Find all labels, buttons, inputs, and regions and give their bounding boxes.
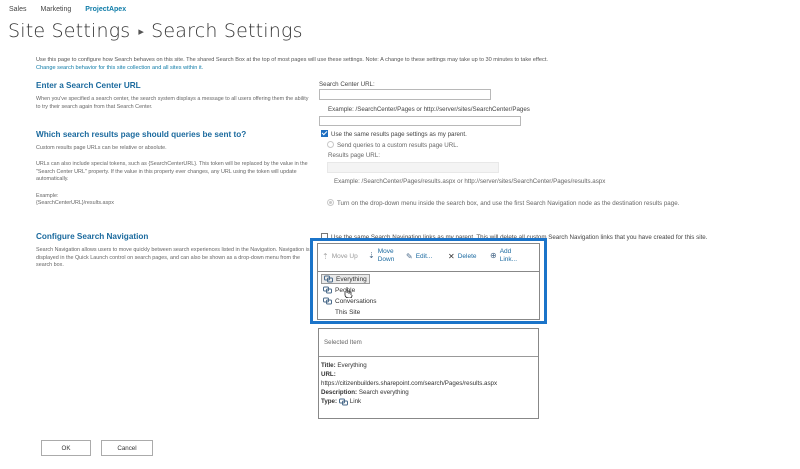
use-parent-results-label: Use the same results page settings as my… (331, 131, 467, 138)
search-center-heading: Enter a Search Center URL (36, 81, 141, 90)
selected-item-type-label: Type: (321, 398, 338, 405)
edit-link-icon: ✎ (406, 252, 413, 261)
page-title: Search Settings (151, 20, 303, 42)
edit-button[interactable]: ✎ Edit... (406, 253, 432, 261)
edit-label: Edit... (415, 253, 433, 260)
use-parent-results-checkbox[interactable] (321, 130, 328, 137)
ok-button[interactable]: OK (41, 440, 91, 456)
delete-label: Delete (457, 253, 477, 260)
delete-button[interactable]: ✕ Delete (448, 253, 477, 261)
link-icon (323, 297, 332, 305)
results-page-heading: Which search results page should queries… (36, 130, 247, 139)
search-nav-description: Search Navigation allows users to move q… (36, 247, 310, 269)
intro: Use this page to configure how Search be… (36, 56, 676, 72)
selected-item-panel: Selected Item Title: Everything URL: htt… (318, 328, 539, 419)
dropdown-nav-label: Turn on the drop-down menu inside the se… (337, 200, 680, 207)
nav-links-list: Everything People Conversations This Sit… (317, 271, 540, 320)
selected-item-header: Selected Item (319, 329, 538, 357)
arrow-down-icon: ⇣ (368, 251, 375, 260)
move-up-label: Move Up (331, 253, 358, 260)
search-center-example: Example: /SearchCenter/Pages or http://s… (328, 106, 530, 113)
send-custom-results-option[interactable]: Send queries to a custom results page UR… (327, 141, 458, 149)
delete-x-icon: ✕ (448, 252, 455, 261)
send-custom-results-label: Send queries to a custom results page UR… (337, 142, 459, 149)
search-nav-heading: Configure Search Navigation (36, 232, 149, 241)
search-center-url-label: Search Center URL: (319, 81, 375, 88)
top-nav-item-sales[interactable]: Sales (9, 6, 27, 13)
breadcrumb-separator-icon: ▸ (138, 24, 145, 38)
results-page-url-example: Example: /SearchCenter/Pages/results.asp… (334, 178, 606, 185)
send-custom-results-radio[interactable] (327, 141, 334, 148)
nav-link-item-everything[interactable]: Everything (321, 274, 370, 284)
top-nav: Sales Marketing ProjectApex (9, 6, 140, 13)
dropdown-nav-radio[interactable] (327, 199, 334, 206)
search-center-url-secondary-field[interactable] (319, 116, 521, 126)
selected-item-url-value: https://citizenbuilders.sharepoint.com/s… (321, 380, 498, 387)
hand-cursor-icon (344, 287, 353, 298)
move-down-label: Move Down (377, 248, 395, 263)
dropdown-nav-option[interactable]: Turn on the drop-down menu inside the se… (327, 199, 679, 207)
selected-item-title-row: Title: Everything (321, 361, 538, 370)
top-nav-item-projectapex[interactable]: ProjectApex (85, 6, 126, 13)
selected-item-description-row: Description: Search everything (321, 388, 538, 397)
nav-link-label: Everything (336, 275, 367, 283)
add-link-label: Add Link... (499, 248, 518, 263)
nav-link-label: This Site (335, 308, 361, 316)
add-link-button[interactable]: ⊕ Add Link... (490, 248, 520, 264)
add-link-icon: ⊕ (490, 251, 497, 260)
results-page-desc-relative: Custom results page URLs can be relative… (36, 145, 167, 151)
search-navigation-editor: ⇡ Move Up ⇣ Move Down ✎ Edit... ✕ Delete ⊕ Ad… (310, 238, 547, 324)
results-page-example-value: {SearchCenterURL}/results.aspx (36, 200, 114, 206)
selected-item-url-label: URL: (321, 371, 336, 378)
nav-link-label: Conversations (335, 297, 377, 305)
move-down-button[interactable]: ⇣ Move Down (368, 248, 400, 264)
selected-item-description-value: Search everything (358, 389, 409, 396)
breadcrumb: Site Settings ▸ Search Settings (8, 20, 303, 42)
intro-text: Use this page to configure how Search be… (36, 57, 548, 63)
selected-item-type-value: Link (349, 398, 362, 405)
cancel-button[interactable]: Cancel (101, 440, 153, 456)
link-icon (324, 275, 333, 283)
breadcrumb-site-settings[interactable]: Site Settings (8, 20, 130, 42)
change-search-behavior-link[interactable]: Change search behavior for this site col… (36, 64, 676, 72)
top-nav-item-marketing[interactable]: Marketing (41, 6, 72, 13)
arrow-up-icon: ⇡ (322, 252, 329, 261)
move-up-button[interactable]: ⇡ Move Up (322, 253, 358, 261)
use-parent-results-option[interactable]: Use the same results page settings as my… (321, 130, 467, 138)
link-icon (323, 308, 332, 316)
selected-item-details: Title: Everything URL: https://citizenbu… (319, 357, 538, 406)
nav-link-item-this-site[interactable]: This Site (321, 307, 362, 317)
selected-item-description-label: Description: (321, 389, 358, 396)
results-page-url-label: Results page URL: (328, 152, 380, 159)
results-page-desc-tokens: URLs can also include special tokens, su… (36, 161, 308, 183)
link-type-icon (338, 398, 348, 406)
nav-toolbar: ⇡ Move Up ⇣ Move Down ✎ Edit... ✕ Delete ⊕ Ad… (317, 243, 540, 271)
link-icon (323, 286, 332, 294)
search-center-description: When you've specified a search center, t… (36, 96, 309, 110)
selected-item-title-value: Everything (337, 362, 367, 369)
results-page-url-input[interactable] (327, 162, 499, 173)
search-center-url-input[interactable] (319, 89, 491, 100)
selected-item-type-row: Type: Link (321, 397, 538, 406)
selected-item-title-label: Title: (321, 362, 336, 369)
